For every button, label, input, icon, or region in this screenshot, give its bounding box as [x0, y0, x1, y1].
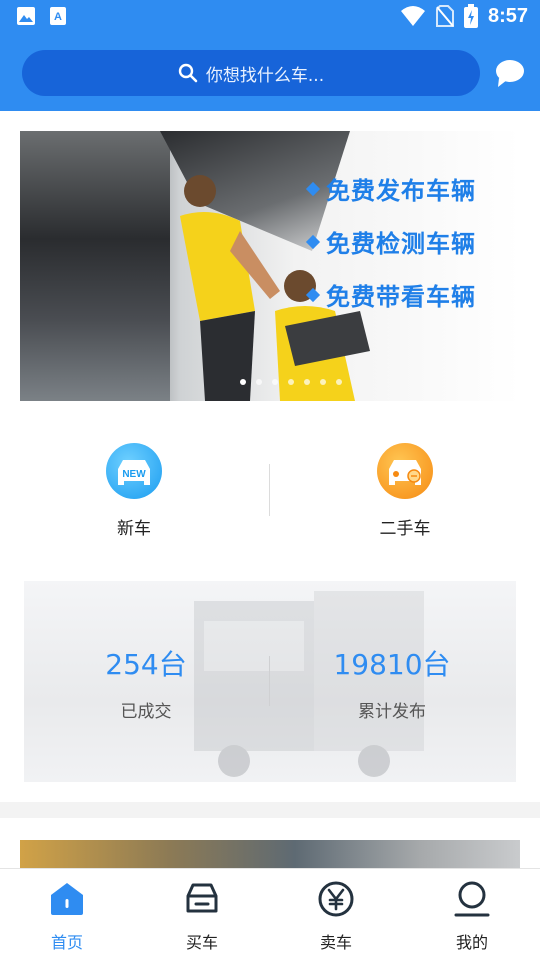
new-badge: NEW [122, 469, 146, 480]
car-icon [186, 883, 218, 913]
sold-caption: 已成交 [120, 702, 172, 722]
app-header: A 8:57 你想找什么车... [0, 0, 540, 111]
image-icon [17, 7, 35, 25]
new-car-label: 新车 [117, 519, 151, 539]
category-row: NEW 新车 二手车 [0, 440, 540, 540]
bullet-icon [305, 287, 321, 302]
sold-stat: 254台 已成交 [46, 643, 246, 722]
nav-sell[interactable]: 卖车 [286, 879, 386, 953]
bottom-navigation: 首页 买车 卖车 我的 [0, 868, 540, 960]
used-car-button[interactable]: 二手车 [335, 440, 475, 539]
clock: 8:57 [487, 4, 528, 27]
status-bar: A 8:57 [0, 0, 540, 36]
nav-buy-label: 买车 [185, 933, 218, 952]
nav-sell-label: 卖车 [319, 933, 352, 952]
divider [269, 464, 270, 516]
user-icon [454, 881, 490, 917]
carousel-dot[interactable] [272, 379, 278, 385]
nav-buy[interactable]: 买车 [152, 879, 252, 953]
published-caption: 累计发布 [358, 702, 426, 722]
carousel-dot[interactable] [304, 379, 310, 385]
used-car-label: 二手车 [379, 519, 431, 539]
banner-engine-image [20, 131, 170, 401]
nav-me-label: 我的 [455, 933, 488, 952]
promo-banner[interactable]: 免费发布车辆 免费检测车辆 免费带看车辆 [20, 131, 520, 401]
section-separator [0, 802, 540, 818]
nav-home-label: 首页 [50, 933, 83, 952]
message-icon[interactable] [494, 58, 526, 88]
sold-count: 254台 [105, 648, 187, 681]
carousel-dot[interactable] [256, 379, 262, 385]
bullet-icon [305, 181, 321, 196]
battery-icon [463, 4, 478, 28]
new-car-icon: NEW [106, 443, 162, 499]
bullet-icon [305, 234, 321, 249]
new-car-button[interactable]: NEW 新车 [64, 440, 204, 539]
carousel-dot[interactable] [320, 379, 326, 385]
carousel-dot[interactable] [288, 379, 294, 385]
used-car-icon [377, 443, 433, 499]
text-icon: A [50, 7, 66, 25]
banner-slogan: 免费检测车辆 [326, 230, 476, 258]
home-icon [51, 883, 83, 915]
secondary-banner[interactable] [20, 840, 520, 870]
search-placeholder: 你想找什么车... [205, 65, 325, 86]
svg-text:A: A [54, 11, 62, 23]
yen-icon [318, 881, 354, 917]
no-sim-icon [435, 5, 454, 27]
banner-slogans: 免费发布车辆 免费检测车辆 免费带看车辆 [305, 171, 476, 312]
search-icon [178, 63, 198, 83]
stats-card: 254台 已成交 19810台 累计发布 [24, 581, 516, 782]
carousel-indicators [240, 379, 342, 385]
banner-slogan: 免费带看车辆 [326, 283, 476, 311]
search-input[interactable]: 你想找什么车... [22, 50, 480, 96]
carousel-dot[interactable] [240, 379, 246, 385]
divider [269, 656, 270, 706]
carousel-dot[interactable] [336, 379, 342, 385]
published-stat: 19810台 累计发布 [292, 643, 492, 722]
banner-slogan: 免费发布车辆 [326, 177, 476, 205]
published-count: 19810台 [333, 648, 451, 681]
nav-me[interactable]: 我的 [422, 879, 522, 953]
nav-home[interactable]: 首页 [17, 879, 117, 953]
wifi-icon [400, 6, 425, 26]
